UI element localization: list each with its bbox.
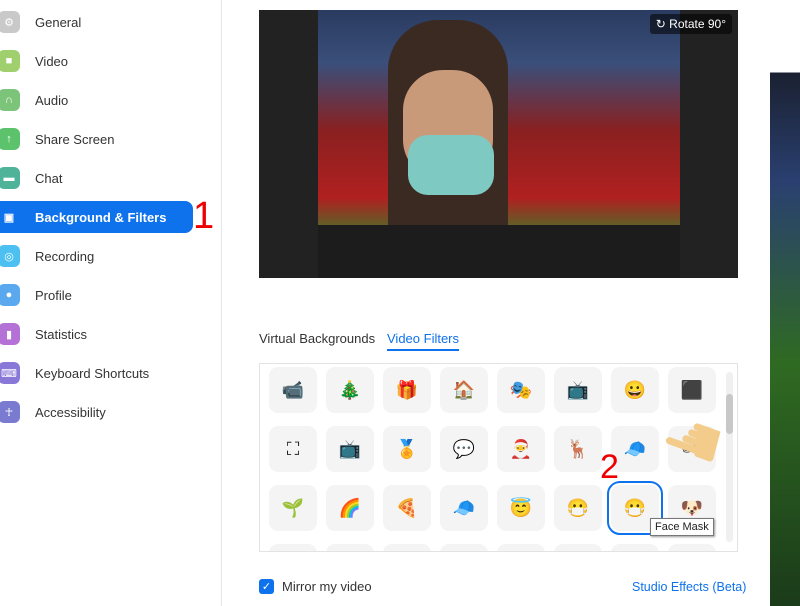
filter-item[interactable]: 💬 [440,426,488,472]
rotate-button[interactable]: ↻ Rotate 90° [649,14,732,34]
filter-item[interactable]: 🎅 [497,426,545,472]
sidebar-item-share-screen[interactable]: ↑ Share Screen [0,123,193,155]
annotation-step-1: 1 [193,195,215,237]
filter-item[interactable] [440,544,488,551]
filter-tooltip: Face Mask [650,518,714,536]
filter-item[interactable]: 🍕 [383,485,431,531]
sidebar-item-label: Profile [35,287,72,303]
sidebar-item-video[interactable]: ■ Video [0,45,193,77]
background-window [770,0,800,606]
filter-item[interactable]: 😇 [497,485,545,531]
sidebar-item-label: Chat [35,170,63,186]
filter-item[interactable]: 📺 [554,367,602,413]
sidebar-item-label: Keyboard Shortcuts [35,365,150,381]
chat-icon: ▬ [0,167,20,189]
filter-item[interactable] [611,544,659,551]
video-camera-icon: ■ [0,50,20,72]
sidebar-item-label: General [35,14,82,30]
filter-item[interactable]: 🏅 [383,426,431,472]
sidebar-item-label: Background & Filters [35,209,167,225]
filter-item[interactable]: 🎭 [497,367,545,413]
rotate-label: Rotate 90° [669,17,726,31]
mirror-video-checkbox[interactable]: ✓ Mirror my video [259,579,372,594]
filter-item[interactable]: 😀 [611,367,659,413]
background-icon: ▣ [3,211,15,224]
sidebar-item-label: Share Screen [35,131,115,147]
filter-item[interactable] [668,544,716,551]
camera-feed [318,10,680,278]
settings-sidebar: ⚙ General ■ Video ∩ Audio ↑ Share Screen ▬ Chat ▣ B… [0,0,222,606]
filter-item[interactable] [383,544,431,551]
tab-virtual-backgrounds[interactable]: Virtual Backgrounds [259,331,375,346]
filter-item[interactable] [497,544,545,551]
video-preview: ↻ Rotate 90° [259,10,738,278]
annotation-step-2: 2 [600,448,619,486]
profile-icon: ● [0,284,20,306]
sidebar-item-audio[interactable]: ∩ Audio [0,84,193,116]
sidebar-item-general[interactable]: ⚙ General [0,6,193,38]
filter-item[interactable]: 📺 [326,426,374,472]
rotate-icon: ↻ [655,17,670,31]
statistics-icon: ▮ [0,323,20,345]
shirt [318,225,680,278]
headphones-icon: ∩ [0,89,20,111]
sidebar-item-statistics[interactable]: ▮ Statistics [0,318,193,350]
filter-item[interactable]: 😷 [554,485,602,531]
mirror-label: Mirror my video [282,579,372,594]
accessibility-icon: ☥ [0,401,20,423]
sidebar-item-profile[interactable]: ● Profile [0,279,193,311]
sidebar-item-label: Audio [35,92,69,108]
filter-item[interactable]: 🏠 [440,367,488,413]
filter-item[interactable]: 🦌 [554,426,602,472]
sidebar-item-chat[interactable]: ▬ Chat [0,162,193,194]
filter-item[interactable] [326,544,374,551]
sidebar-item-label: Accessibility [35,404,106,420]
sidebar-item-label: Statistics [35,326,88,342]
filter-item[interactable] [269,544,317,551]
share-screen-icon: ↑ [0,128,20,150]
sidebar-item-label: Recording [35,248,95,264]
filter-item[interactable]: 🎁 [383,367,431,413]
filter-item[interactable]: 🎄 [326,367,374,413]
sidebar-item-recording[interactable]: ◎ Recording [0,240,193,272]
gear-icon: ⚙ [0,11,20,33]
filter-scrollbar[interactable] [726,372,733,542]
filter-item[interactable]: 🧢 [440,485,488,531]
sidebar-item-label: Video [35,53,69,69]
recording-icon: ◎ [0,245,20,267]
studio-effects-link[interactable]: Studio Effects (Beta) [632,580,746,594]
face-mask-overlay [408,135,494,195]
filter-item[interactable]: 🌱 [269,485,317,531]
checkbox-checked-icon[interactable]: ✓ [259,579,274,594]
sidebar-item-keyboard-shortcuts[interactable]: ⌨ Keyboard Shortcuts [0,357,193,389]
sidebar-item-accessibility[interactable]: ☥ Accessibility [0,396,193,428]
keyboard-icon: ⌨ [0,362,20,384]
filter-item[interactable]: ⛶ [269,426,317,472]
filter-item[interactable]: 📹 [269,367,317,413]
sidebar-item-background-filters[interactable]: ▣ Background & Filters [0,201,193,233]
filter-item[interactable]: 🌈 [326,485,374,531]
filter-item[interactable] [554,544,602,551]
tab-video-filters[interactable]: Video Filters [387,331,460,351]
